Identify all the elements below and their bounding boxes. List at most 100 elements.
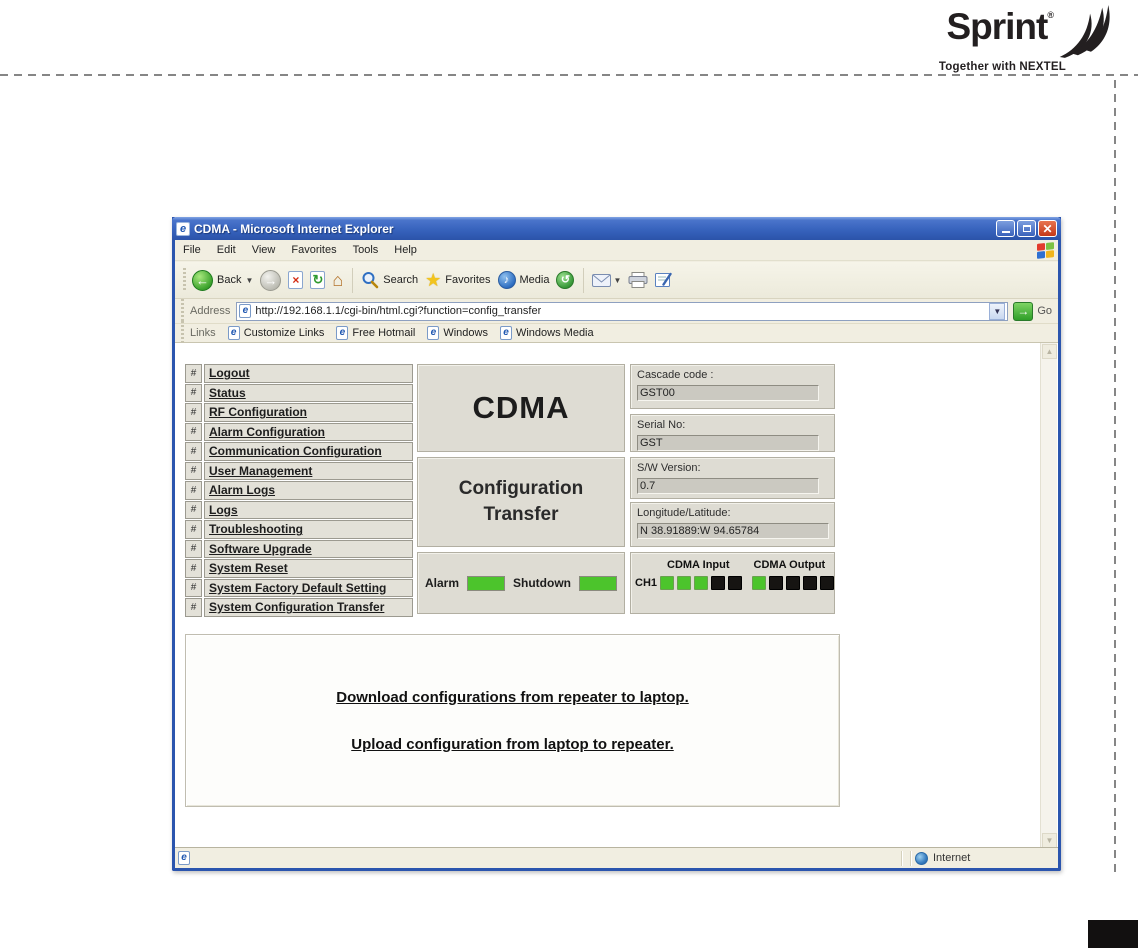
menu-tools[interactable]: Tools	[353, 244, 379, 256]
window-title: CDMA - Microsoft Internet Explorer	[194, 221, 394, 236]
menu-favorites[interactable]: Favorites	[291, 244, 336, 256]
edit-icon	[655, 272, 673, 287]
toolbar-separator-2	[583, 267, 585, 293]
restore-button[interactable]	[1017, 220, 1036, 237]
channel-led-cell: CDMA Input CDMA Output CH1	[630, 552, 835, 614]
scroll-up-icon[interactable]: ▲	[1042, 344, 1057, 359]
sprint-wordmark: Sprint	[946, 6, 1048, 47]
search-button[interactable]: Search	[361, 271, 418, 289]
menu-view[interactable]: View	[252, 244, 276, 256]
mail-icon	[592, 273, 612, 287]
cascade-code-input[interactable]	[637, 385, 819, 401]
ie-doc-icon: e	[227, 326, 240, 340]
print-icon	[628, 272, 648, 288]
search-icon	[362, 272, 379, 289]
link-windows[interactable]: e Windows	[427, 326, 488, 340]
page-corner-block	[1088, 920, 1138, 948]
mail-button[interactable]: ▼	[592, 273, 621, 287]
cdma-input-leds	[660, 576, 743, 590]
stop-icon: ×	[288, 271, 304, 289]
ie-doc-icon: e	[499, 326, 512, 340]
sidebar-item-rf-configuration[interactable]: # RF Configuration	[185, 403, 413, 422]
ie-doc-icon: e	[239, 304, 252, 318]
sidebar-item-alarm-logs[interactable]: # Alarm Logs	[185, 481, 413, 500]
transfer-links-panel: Download configurations from repeater to…	[185, 634, 840, 807]
page-title: CDMA	[472, 390, 570, 425]
home-button[interactable]: ⌂	[332, 271, 343, 289]
sprint-swoosh-icon	[1059, 5, 1110, 58]
serial-no-input[interactable]	[637, 435, 819, 451]
internet-zone-icon	[915, 851, 928, 865]
sidebar-item-status[interactable]: # Status	[185, 383, 413, 402]
longitude-latitude-cell: Longitude/Latitude:	[630, 502, 835, 547]
menu-file[interactable]: File	[183, 244, 201, 256]
forward-icon: →	[260, 269, 282, 291]
download-config-link[interactable]: Download configurations from repeater to…	[336, 689, 689, 706]
sidebar-item-logout[interactable]: # Logout	[185, 364, 413, 383]
forward-button[interactable]: →	[260, 269, 282, 291]
shutdown-label: Shutdown	[513, 576, 571, 590]
close-button[interactable]: ✕	[1038, 220, 1057, 237]
sidebar-item-user-management[interactable]: # User Management	[185, 461, 413, 480]
back-button[interactable]: ← Back ▼	[192, 269, 253, 291]
media-button[interactable]: ♪ Media	[497, 271, 549, 289]
sidebar-item-communication-configuration[interactable]: # Communication Configuration	[185, 442, 413, 461]
go-label[interactable]: Go	[1037, 305, 1052, 317]
link-free-hotmail[interactable]: e Free Hotmail	[336, 326, 415, 340]
ie-page-icon: e	[176, 221, 190, 236]
address-dropdown-icon[interactable]: ▼	[989, 302, 1006, 320]
vertical-scrollbar[interactable]: ▲ ▼	[1040, 343, 1057, 849]
cdma-output-header: CDMA Output	[753, 559, 826, 571]
favorites-star-icon: ★	[425, 270, 442, 290]
scroll-down-icon[interactable]: ▼	[1042, 833, 1057, 848]
upload-config-link[interactable]: Upload configuration from laptop to repe…	[351, 736, 674, 753]
print-button[interactable]	[628, 272, 648, 288]
toolbar-separator	[352, 267, 354, 293]
refresh-button[interactable]: ↻	[310, 271, 326, 289]
status-separator	[901, 850, 902, 866]
shutdown-indicator	[579, 575, 617, 591]
link-customize-links[interactable]: e Customize Links	[227, 326, 324, 340]
sidebar-item-troubleshooting[interactable]: # Troubleshooting	[185, 520, 413, 539]
page-content: # Logout # Status # RF Configuration # A…	[175, 343, 1058, 849]
sw-version-input[interactable]	[637, 478, 819, 494]
sidebar-item-system-factory-default-setting[interactable]: # System Factory Default Setting	[185, 578, 413, 597]
sprint-logo: Sprint ® Together with NEXTEL	[938, 5, 1110, 73]
ie-doc-icon: e	[336, 326, 349, 340]
address-input[interactable]: e http://192.168.1.1/cgi-bin/html.cgi?fu…	[236, 301, 1009, 321]
brand-tagline: Together with NEXTEL	[938, 61, 1066, 73]
windows-logo-icon	[1037, 241, 1054, 259]
longitude-latitude-label: Longitude/Latitude:	[637, 507, 731, 519]
sidebar-item-alarm-configuration[interactable]: # Alarm Configuration	[185, 422, 413, 441]
status-separator	[910, 850, 911, 866]
minimize-button[interactable]	[996, 220, 1015, 237]
serial-no-label: Serial No:	[637, 419, 686, 431]
back-dropdown-icon[interactable]: ▼	[245, 276, 253, 285]
address-url: http://192.168.1.1/cgi-bin/html.cgi?func…	[255, 305, 542, 317]
sidebar-item-system-configuration-transfer[interactable]: # System Configuration Transfer	[185, 598, 413, 617]
browser-window: e CDMA - Microsoft Internet Explorer ✕ F…	[172, 217, 1061, 871]
edit-button[interactable]	[655, 272, 673, 288]
sidebar-item-logs[interactable]: # Logs	[185, 500, 413, 519]
media-icon: ♪	[497, 271, 516, 289]
cascade-code-cell: Cascade code :	[630, 364, 835, 409]
menu-help[interactable]: Help	[394, 244, 417, 256]
configuration-transfer-cell: Configuration Transfer	[417, 457, 625, 547]
favorites-button[interactable]: ★ Favorites	[425, 271, 490, 289]
channel-label: CH1	[635, 577, 658, 589]
home-icon: ⌂	[332, 270, 344, 290]
sw-version-cell: S/W Version:	[630, 457, 835, 499]
title-bar[interactable]: e CDMA - Microsoft Internet Explorer ✕	[172, 217, 1061, 240]
stop-button[interactable]: ×	[288, 271, 304, 289]
sidebar-item-software-upgrade[interactable]: # Software Upgrade	[185, 539, 413, 558]
link-windows-media[interactable]: e Windows Media	[499, 326, 594, 340]
menu-edit[interactable]: Edit	[217, 244, 236, 256]
alarm-label: Alarm	[425, 576, 460, 590]
mail-dropdown-icon[interactable]: ▼	[613, 276, 621, 285]
go-button[interactable]: →	[1013, 301, 1034, 321]
history-button[interactable]: ↺	[556, 271, 575, 289]
longitude-latitude-input[interactable]	[637, 523, 829, 539]
alarm-status-cell: Alarm Shutdown	[417, 552, 625, 614]
page-subtitle: Configuration Transfer	[458, 478, 584, 525]
sidebar-item-system-reset[interactable]: # System Reset	[185, 559, 413, 578]
